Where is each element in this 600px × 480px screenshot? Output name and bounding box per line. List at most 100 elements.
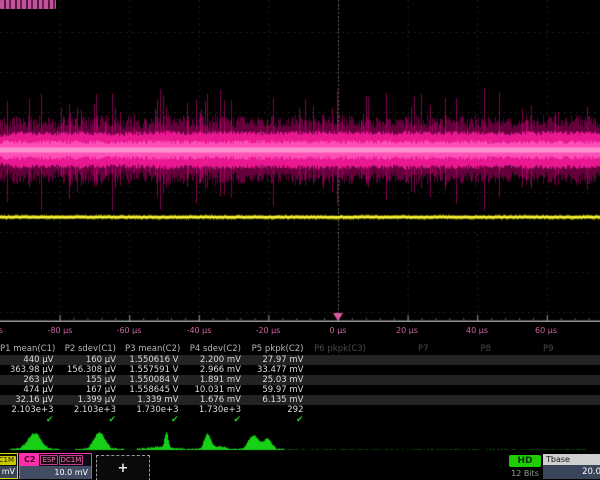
measure-value: [500, 355, 563, 365]
measure-status-check: ✔: [250, 415, 313, 425]
measure-status-check: [563, 415, 600, 425]
measure-value: [375, 375, 438, 385]
measure-value: [375, 395, 438, 405]
waveform-graticule[interactable]: [0, 0, 600, 322]
channel-c1-descriptor[interactable]: DC1M 10.0 mV: [0, 453, 18, 479]
measure-header-7[interactable]: P7: [375, 344, 438, 355]
measure-value: 1.557591 V: [125, 365, 188, 375]
measure-value: 263 µV: [0, 375, 63, 385]
measure-value: [438, 385, 501, 395]
measure-value: 1.550616 V: [125, 355, 188, 365]
hd-mode-badge[interactable]: HD: [509, 455, 541, 467]
measure-value: [500, 385, 563, 395]
measure-value: [563, 395, 600, 405]
measure-status-check: ✔: [188, 415, 251, 425]
measure-value: [375, 385, 438, 395]
measure-header-5[interactable]: P5 pkpk(C2): [250, 344, 313, 355]
measure-value: 363.98 µV: [0, 365, 63, 375]
measure-value: [563, 365, 600, 375]
measure-value: [500, 365, 563, 375]
measure-header-8[interactable]: P8: [438, 344, 501, 355]
measure-value: [375, 405, 438, 415]
measure-value: 155 µV: [63, 375, 126, 385]
time-axis-label: 0 µs: [330, 326, 347, 335]
measure-value: [438, 355, 501, 365]
measure-value: 440 µV: [0, 355, 63, 365]
measure-value: [500, 405, 563, 415]
plus-icon: +: [118, 461, 129, 476]
c1-scale-value: 10.0 mV: [0, 466, 17, 478]
measure-value: [500, 395, 563, 405]
measure-value: 25.03 mV: [250, 375, 313, 385]
measure-value: 32.16 µV: [0, 395, 63, 405]
bit-depth-label: 12 Bits: [504, 469, 546, 478]
measure-value: 2.103e+3: [0, 405, 63, 415]
time-axis-label: -60 µs: [117, 326, 142, 335]
c2-coupling-badge: DC1M: [59, 455, 84, 465]
measure-value: 292: [250, 405, 313, 415]
measure-value: 1.550084 V: [125, 375, 188, 385]
measure-status-check: [500, 415, 563, 425]
c1-coupling-badge: DC1M: [0, 456, 16, 465]
measure-header-6[interactable]: P6 pkpk(C3): [313, 344, 376, 355]
measure-header-1[interactable]: P1 mean(C1): [0, 344, 63, 355]
channel-c2-descriptor[interactable]: C2 ESP DC1M 10.0 mV: [19, 453, 92, 479]
measure-value: [313, 355, 376, 365]
measure-header-4[interactable]: P4 sdev(C2): [188, 344, 251, 355]
measure-value: [313, 385, 376, 395]
time-axis-label: 60 µs: [535, 326, 557, 335]
measure-value: [563, 375, 600, 385]
measure-value: [500, 375, 563, 385]
measure-value: [563, 405, 600, 415]
measure-value: [313, 375, 376, 385]
measure-value: [313, 395, 376, 405]
measure-header-2[interactable]: P2 sdev(C1): [63, 344, 126, 355]
measure-value: 1.558645 V: [125, 385, 188, 395]
measure-table: P1 mean(C1)P2 sdev(C1)P3 mean(C2)P4 sdev…: [0, 344, 600, 425]
measure-value: 1.891 mV: [188, 375, 251, 385]
measure-value: [313, 405, 376, 415]
measure-value: [563, 355, 600, 365]
add-trace-button[interactable]: +: [96, 455, 150, 480]
measure-value: [438, 395, 501, 405]
timebase-descriptor[interactable]: Tbase 20.0: [543, 454, 600, 479]
measure-value: 27.97 mV: [250, 355, 313, 365]
measurement-histicons[interactable]: [0, 428, 600, 452]
measure-value: 156.308 µV: [63, 365, 126, 375]
measure-value: 1.399 µV: [63, 395, 126, 405]
c2-channel-tab[interactable]: C2: [20, 454, 39, 466]
time-axis-label: -100 µs: [0, 326, 3, 335]
tbase-value: 20.0: [543, 465, 600, 479]
time-axis: -100 µs-80 µs-60 µs-40 µs-20 µs0 µs20 µs…: [0, 323, 600, 341]
measure-value: [438, 375, 501, 385]
measure-value: 1.730e+3: [125, 405, 188, 415]
measure-status-check: [313, 415, 376, 425]
time-axis-label: -40 µs: [187, 326, 212, 335]
measure-value: 1.676 mV: [188, 395, 251, 405]
measure-value: 160 µV: [63, 355, 126, 365]
measure-header-3[interactable]: P3 mean(C2): [125, 344, 188, 355]
measure-status-check: ✔: [125, 415, 188, 425]
measure-value: 1.339 mV: [125, 395, 188, 405]
measure-value: [438, 365, 501, 375]
measure-value: [375, 365, 438, 375]
measure-value: 33.477 mV: [250, 365, 313, 375]
measure-header-9[interactable]: P9: [500, 344, 563, 355]
tbase-label: Tbase: [543, 454, 600, 465]
measure-value: 167 µV: [63, 385, 126, 395]
measure-value: 2.200 mV: [188, 355, 251, 365]
oscilloscope-screen: -100 µs-80 µs-60 µs-40 µs-20 µs0 µs20 µs…: [0, 0, 600, 480]
measure-header-10[interactable]: P10: [563, 344, 600, 355]
c2-scale-value: 10.0 mV: [20, 466, 91, 479]
measure-status-check: ✔: [63, 415, 126, 425]
time-axis-label: -80 µs: [48, 326, 73, 335]
measure-value: 2.966 mV: [188, 365, 251, 375]
measure-value: 6.135 mV: [250, 395, 313, 405]
measure-value: 474 µV: [0, 385, 63, 395]
measure-status-check: [438, 415, 501, 425]
cropped-trace-label: [0, 0, 56, 9]
c2-esp-badge: ESP: [40, 455, 57, 465]
measure-value: [438, 405, 501, 415]
measure-status-check: [375, 415, 438, 425]
measure-value: 2.103e+3: [63, 405, 126, 415]
